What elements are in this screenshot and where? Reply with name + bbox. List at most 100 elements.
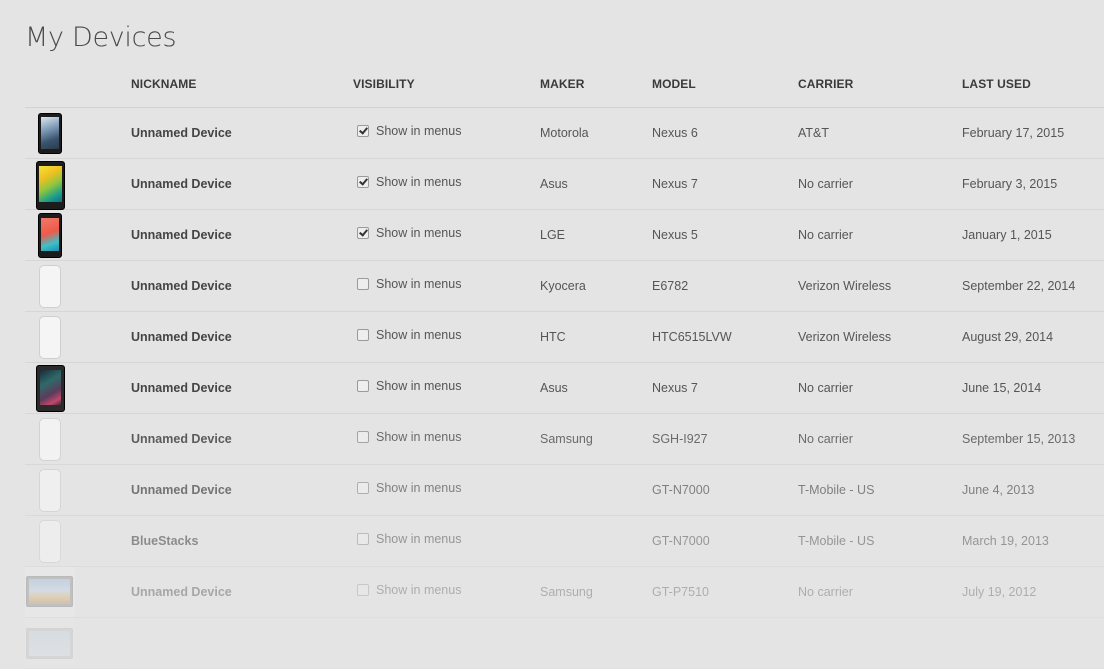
- table-row: Unnamed Device Show in menus Asus Nexus …: [25, 159, 1104, 210]
- maker: HTC: [540, 330, 566, 344]
- visibility-toggle[interactable]: Show in menus: [357, 430, 461, 444]
- maker: Kyocera: [540, 279, 586, 293]
- phone-nexus5-icon: [38, 213, 62, 258]
- last-used: January 1, 2015: [962, 228, 1052, 242]
- phone-nexus6-icon: [38, 113, 62, 154]
- header-carrier[interactable]: CARRIER: [798, 77, 853, 91]
- last-used: June 15, 2014: [962, 381, 1042, 395]
- last-used: September 15, 2013: [962, 432, 1076, 446]
- show-in-menus-label[interactable]: Show in menus: [376, 532, 461, 546]
- show-in-menus-checkbox[interactable]: [357, 380, 369, 392]
- table-row: Unnamed Device Show in menus Asus Nexus …: [25, 363, 1104, 414]
- tablet-landscape-icon: [26, 628, 73, 659]
- tablet-landscape-icon: [26, 576, 73, 607]
- nickname[interactable]: BlueStacks: [131, 534, 198, 548]
- header-maker[interactable]: MAKER: [540, 77, 585, 91]
- last-used: June 4, 2013: [962, 483, 1035, 497]
- maker: Motorola: [540, 126, 589, 140]
- devices-table: NICKNAME VISIBILITY MAKER MODEL CARRIER …: [25, 63, 1104, 669]
- maker: LGE: [540, 228, 566, 242]
- nickname[interactable]: Unnamed Device: [131, 483, 232, 497]
- nickname[interactable]: Unnamed Device: [131, 279, 232, 293]
- visibility-toggle[interactable]: Show in menus: [357, 328, 461, 342]
- header-model[interactable]: MODEL: [652, 77, 696, 91]
- show-in-menus-checkbox[interactable]: [357, 431, 369, 443]
- table-row: Unnamed Device Show in menus HTC HTC6515…: [25, 312, 1104, 363]
- table-row: Unnamed Device Show in menus GT-N7000 T-…: [25, 465, 1104, 516]
- show-in-menus-label[interactable]: Show in menus: [376, 226, 461, 240]
- maker: Asus: [540, 381, 568, 395]
- header-nickname[interactable]: NICKNAME: [131, 77, 196, 91]
- nickname[interactable]: Unnamed Device: [131, 330, 232, 344]
- carrier: No carrier: [798, 381, 853, 395]
- nickname[interactable]: Unnamed Device: [131, 585, 232, 599]
- nickname[interactable]: Unnamed Device: [131, 126, 232, 140]
- header-last-used[interactable]: LAST USED: [962, 77, 1031, 91]
- nickname[interactable]: Unnamed Device: [131, 177, 232, 191]
- show-in-menus-checkbox[interactable]: [357, 533, 369, 545]
- last-used: July 19, 2012: [962, 585, 1037, 599]
- carrier: No carrier: [798, 177, 853, 191]
- last-used: September 22, 2014: [962, 279, 1076, 293]
- nickname[interactable]: Unnamed Device: [131, 432, 232, 446]
- model: Nexus 7: [652, 177, 698, 191]
- show-in-menus-checkbox[interactable]: [357, 176, 369, 188]
- last-used: February 17, 2015: [962, 126, 1065, 140]
- page-title: My Devices: [25, 22, 177, 53]
- generic-phone-icon: [39, 265, 61, 308]
- model: HTC6515LVW: [652, 330, 732, 344]
- visibility-toggle[interactable]: Show in menus: [357, 583, 461, 597]
- generic-phone-icon: [39, 316, 61, 359]
- maker: Asus: [540, 177, 568, 191]
- maker: Samsung: [540, 585, 593, 599]
- last-used: February 3, 2015: [962, 177, 1058, 191]
- header-visibility[interactable]: VISIBILITY: [353, 77, 415, 91]
- show-in-menus-label[interactable]: Show in menus: [376, 481, 461, 495]
- model: GT-N7000: [652, 483, 710, 497]
- table-row: BlueStacks Show in menus GT-N7000 T-Mobi…: [25, 516, 1104, 567]
- show-in-menus-checkbox[interactable]: [357, 278, 369, 290]
- model: GT-P7510: [652, 585, 709, 599]
- show-in-menus-checkbox[interactable]: [357, 329, 369, 341]
- nickname[interactable]: Unnamed Device: [131, 381, 232, 395]
- table-row: Unnamed Device Show in menus Samsung GT-…: [25, 567, 1104, 618]
- model: Nexus 6: [652, 126, 698, 140]
- carrier: Verizon Wireless: [798, 330, 892, 344]
- show-in-menus-checkbox[interactable]: [357, 227, 369, 239]
- table-row: Unnamed Device Show in menus Motorola Ne…: [25, 108, 1104, 159]
- carrier: Verizon Wireless: [798, 279, 892, 293]
- model: E6782: [652, 279, 689, 293]
- generic-phone-icon: [39, 520, 61, 563]
- show-in-menus-label[interactable]: Show in menus: [376, 124, 461, 138]
- maker: Samsung: [540, 432, 593, 446]
- carrier: AT&T: [798, 126, 830, 140]
- visibility-toggle[interactable]: Show in menus: [357, 277, 461, 291]
- carrier: No carrier: [798, 432, 853, 446]
- last-used: August 29, 2014: [962, 330, 1054, 344]
- visibility-toggle[interactable]: Show in menus: [357, 379, 461, 393]
- show-in-menus-checkbox[interactable]: [357, 584, 369, 596]
- carrier: No carrier: [798, 585, 853, 599]
- tablet-nexus7-2012-icon: [36, 365, 65, 412]
- visibility-toggle[interactable]: Show in menus: [357, 532, 461, 546]
- show-in-menus-label[interactable]: Show in menus: [376, 583, 461, 597]
- show-in-menus-label[interactable]: Show in menus: [376, 379, 461, 393]
- generic-phone-icon: [39, 469, 61, 512]
- visibility-toggle[interactable]: Show in menus: [357, 226, 461, 240]
- nickname[interactable]: Unnamed Device: [131, 228, 232, 242]
- model: Nexus 7: [652, 381, 698, 395]
- visibility-toggle[interactable]: Show in menus: [357, 175, 461, 189]
- show-in-menus-checkbox[interactable]: [357, 482, 369, 494]
- table-row-faded: [25, 618, 1104, 669]
- show-in-menus-label[interactable]: Show in menus: [376, 328, 461, 342]
- show-in-menus-label[interactable]: Show in menus: [376, 277, 461, 291]
- table-row: Unnamed Device Show in menus LGE Nexus 5…: [25, 210, 1104, 261]
- show-in-menus-label[interactable]: Show in menus: [376, 430, 461, 444]
- model: Nexus 5: [652, 228, 698, 242]
- visibility-toggle[interactable]: Show in menus: [357, 481, 461, 495]
- model: GT-N7000: [652, 534, 710, 548]
- show-in-menus-label[interactable]: Show in menus: [376, 175, 461, 189]
- last-used: March 19, 2013: [962, 534, 1049, 548]
- visibility-toggle[interactable]: Show in menus: [357, 124, 461, 138]
- show-in-menus-checkbox[interactable]: [357, 125, 369, 137]
